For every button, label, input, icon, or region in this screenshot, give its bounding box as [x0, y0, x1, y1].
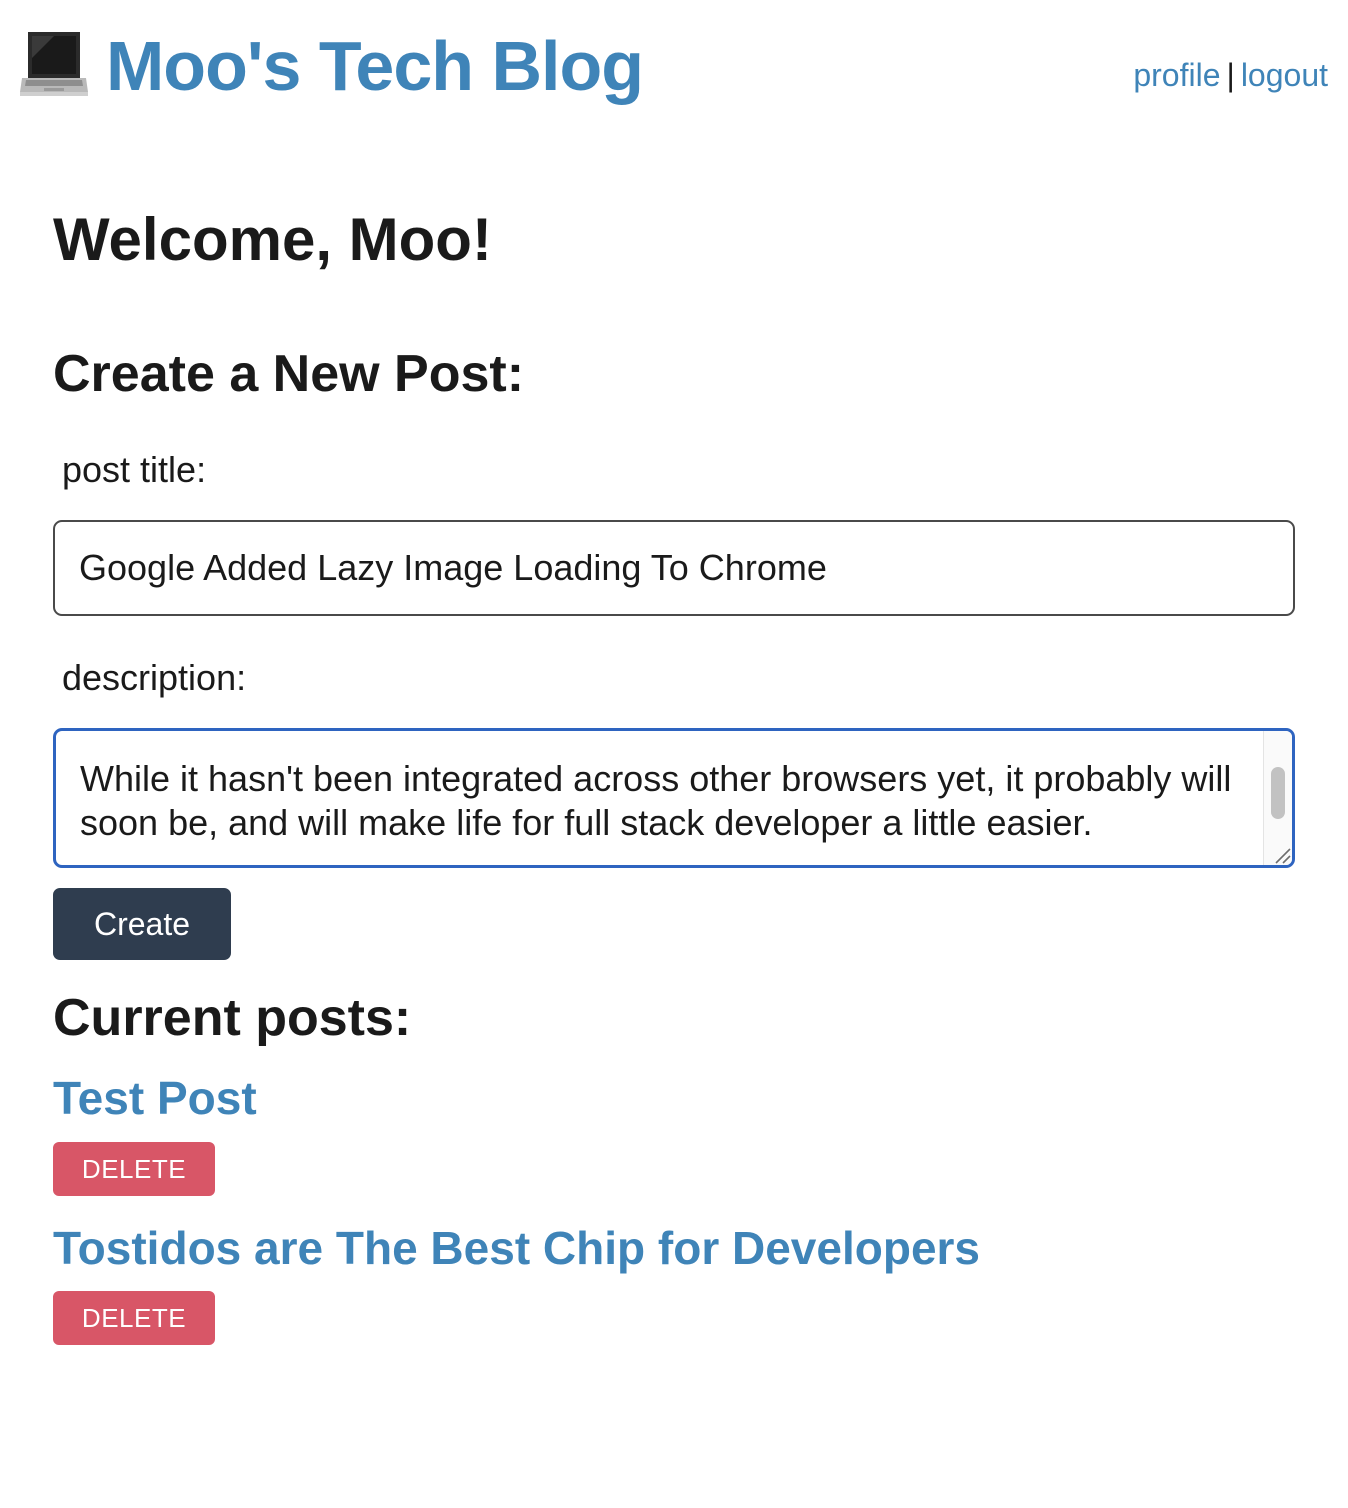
description-textarea[interactable]: While it hasn't been integrated across o…: [53, 728, 1295, 868]
welcome-heading: Welcome, Moo!: [53, 206, 492, 273]
profile-link[interactable]: profile: [1133, 57, 1220, 93]
post-title-link[interactable]: Test Post: [53, 1070, 257, 1126]
delete-post-button[interactable]: DELETE: [53, 1142, 215, 1196]
site-header: Moo's Tech Blog profile | logout: [0, 0, 1348, 130]
logout-link[interactable]: logout: [1241, 57, 1328, 93]
nav-separator: |: [1226, 57, 1235, 93]
description-text: While it hasn't been integrated across o…: [80, 731, 1240, 845]
description-clipped-line: [80, 731, 1240, 757]
top-nav: profile | logout: [1133, 54, 1328, 96]
post-title-link[interactable]: Tostidos are The Best Chip for Developer…: [53, 1220, 980, 1276]
description-scrollbar-thumb[interactable]: [1271, 767, 1285, 819]
post-title-label: post title:: [62, 449, 207, 490]
laptop-icon: [20, 32, 88, 96]
description-label: description:: [62, 657, 247, 698]
delete-post-button[interactable]: DELETE: [53, 1291, 215, 1345]
site-title[interactable]: Moo's Tech Blog: [106, 24, 644, 108]
resize-handle-icon[interactable]: [1266, 839, 1292, 865]
create-post-heading: Create a New Post:: [53, 345, 525, 403]
post-title-input[interactable]: [53, 520, 1295, 616]
current-posts-heading: Current posts:: [53, 989, 412, 1047]
create-button[interactable]: Create: [53, 888, 231, 960]
